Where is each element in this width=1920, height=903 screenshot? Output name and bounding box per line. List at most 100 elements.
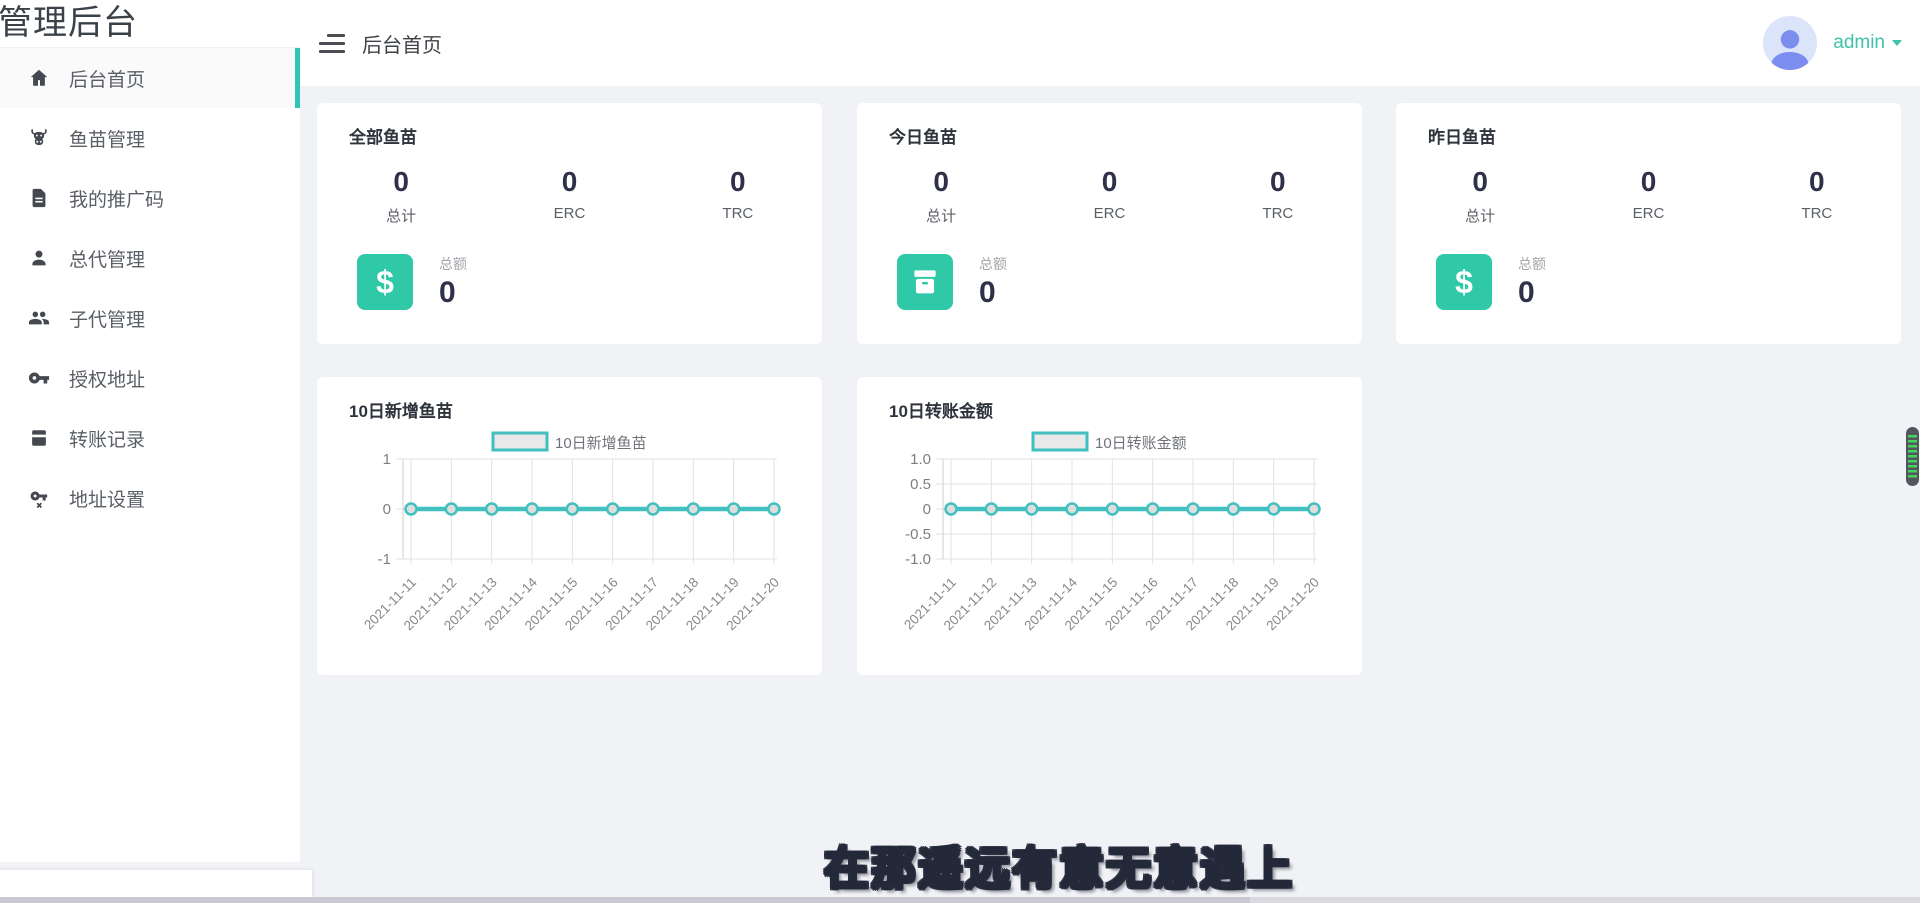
home-icon [28, 67, 50, 89]
key-icon [28, 367, 50, 389]
stat-value: 0 [1025, 166, 1193, 198]
stat-label: TRC [1194, 205, 1362, 222]
stats-row: 0 总计 0 ERC 0 TRC [1396, 166, 1901, 226]
sidebar-item-sub-agent[interactable]: 子代管理 [0, 288, 300, 348]
brand-title: 管理后台 [0, 0, 300, 48]
new-fry-line-chart: 10日新增鱼苗10-12021-11-112021-11-122021-11-1… [317, 419, 822, 675]
svg-text:-1.0: -1.0 [905, 551, 931, 568]
transfer-amount-line-chart: 10日转账金额1.00.50-0.5-1.02021-11-112021-11-… [857, 419, 1362, 675]
avatar[interactable] [1763, 16, 1817, 70]
stats-row: 0 总计 0 ERC 0 TRC [317, 166, 822, 226]
stat-label: ERC [1025, 205, 1193, 222]
person-icon [28, 247, 50, 269]
sidebar-item-promo-code[interactable]: 我的推广码 [0, 168, 300, 228]
stat-total: 0 总计 [1396, 166, 1564, 226]
chart-card-new-fry: 10日新增鱼苗 10日新增鱼苗10-12021-11-112021-11-122… [317, 377, 822, 675]
stat-label: TRC [1733, 205, 1901, 222]
svg-text:0: 0 [923, 501, 931, 518]
record-book-icon [28, 427, 50, 449]
stat-value: 0 [1194, 166, 1362, 198]
stat-value: 0 [1396, 166, 1564, 198]
hamburger-icon[interactable] [319, 34, 345, 53]
stat-label: 总计 [1396, 205, 1564, 226]
key-off-icon [28, 487, 50, 509]
svg-text:0.5: 0.5 [910, 476, 931, 493]
stat-label: ERC [1564, 205, 1732, 222]
total-row: $ 总额 0 [357, 254, 822, 310]
sidebar-item-label: 鱼苗管理 [69, 125, 145, 152]
sidebar-bottom-divider [0, 862, 300, 870]
total-value: 0 [439, 276, 467, 310]
admin-dashboard: 管理后台 后台首页 [0, 0, 1920, 903]
line-chart-svg: 10日转账金额1.00.50-0.5-1.02021-11-112021-11-… [857, 419, 1362, 677]
archive-box-icon [897, 254, 953, 310]
card-title: 昨日鱼苗 [1396, 103, 1901, 148]
svg-text:1.0: 1.0 [910, 451, 931, 468]
svg-text:0: 0 [383, 501, 391, 518]
total-label: 总额 [1518, 254, 1546, 274]
username[interactable]: admin [1833, 32, 1885, 54]
stat-value: 0 [317, 166, 485, 198]
user-menu[interactable]: admin [1763, 16, 1920, 70]
dollar-icon: $ [357, 254, 413, 310]
stat-trc: 0 TRC [1194, 166, 1362, 226]
stat-value: 0 [654, 166, 822, 198]
vertical-scrollbar-thumb[interactable] [1906, 427, 1919, 486]
svg-text:10日转账金额: 10日转账金额 [1095, 435, 1187, 452]
svg-text:-1: -1 [378, 551, 391, 568]
avatar-person-icon [1763, 20, 1817, 70]
document-icon [28, 187, 50, 209]
bottom-left-panel [0, 870, 312, 897]
svg-text:-0.5: -0.5 [905, 526, 931, 543]
stat-label: TRC [654, 205, 822, 222]
page-title: 后台首页 [362, 29, 442, 58]
chevron-down-icon [1892, 40, 1902, 46]
sidebar-item-home[interactable]: 后台首页 [0, 48, 300, 108]
sidebar-item-label: 总代管理 [69, 245, 145, 272]
stat-total: 0 总计 [857, 166, 1025, 226]
sidebar-item-address-settings[interactable]: 地址设置 [0, 468, 300, 528]
total-label: 总额 [439, 254, 467, 274]
stat-value: 0 [857, 166, 1025, 198]
total-value: 0 [979, 276, 1007, 310]
sidebar-item-transfer-records[interactable]: 转账记录 [0, 408, 300, 468]
card-title: 今日鱼苗 [857, 103, 1362, 148]
stat-label: 总计 [317, 205, 485, 226]
stat-value: 0 [485, 166, 653, 198]
sidebar-item-label: 地址设置 [69, 485, 145, 512]
svg-text:1: 1 [383, 451, 391, 468]
total-value: 0 [1518, 276, 1546, 310]
stat-card-all-fry: 全部鱼苗 0 总计 0 ERC 0 TRC $ 总额 0 [317, 103, 822, 344]
svg-text:10日新增鱼苗: 10日新增鱼苗 [555, 434, 647, 452]
stat-erc: 0 ERC [485, 166, 653, 226]
chart-title: 10日新增鱼苗 [317, 377, 822, 422]
sidebar-item-general-agent[interactable]: 总代管理 [0, 228, 300, 288]
stat-total: 0 总计 [317, 166, 485, 226]
stat-trc: 0 TRC [654, 166, 822, 226]
chart-card-transfer-amount: 10日转账金额 10日转账金额1.00.50-0.5-1.02021-11-11… [857, 377, 1362, 675]
stat-label: 总计 [857, 205, 1025, 226]
line-chart-svg: 10日新增鱼苗10-12021-11-112021-11-122021-11-1… [317, 419, 822, 677]
stats-row: 0 总计 0 ERC 0 TRC [857, 166, 1362, 226]
sidebar-item-authorized-address[interactable]: 授权地址 [0, 348, 300, 408]
total-row: 总额 0 [897, 254, 1362, 310]
horizontal-scrollbar-track [0, 897, 1920, 903]
sidebar: 管理后台 后台首页 [0, 0, 300, 863]
sidebar-menu: 后台首页 鱼苗管理 [0, 48, 300, 528]
stat-erc: 0 ERC [1025, 166, 1193, 226]
cow-icon [28, 127, 50, 149]
horizontal-scrollbar-thumb[interactable] [0, 897, 1250, 903]
chart-title: 10日转账金额 [857, 377, 1362, 422]
sidebar-item-label: 子代管理 [69, 305, 145, 332]
group-icon [28, 307, 50, 329]
stat-value: 0 [1564, 166, 1732, 198]
total-label: 总额 [979, 254, 1007, 274]
stat-trc: 0 TRC [1733, 166, 1901, 226]
top-header: 后台首页 admin [300, 0, 1920, 86]
sidebar-item-label: 授权地址 [69, 365, 145, 392]
scroll-stripes [1908, 435, 1917, 480]
stat-card-yesterday-fry: 昨日鱼苗 0 总计 0 ERC 0 TRC $ 总额 0 [1396, 103, 1901, 344]
sidebar-item-fry-management[interactable]: 鱼苗管理 [0, 108, 300, 168]
karaoke-subtitle: 在那遥远有意无意遇上 [824, 832, 1294, 897]
sidebar-item-label: 转账记录 [69, 425, 145, 452]
